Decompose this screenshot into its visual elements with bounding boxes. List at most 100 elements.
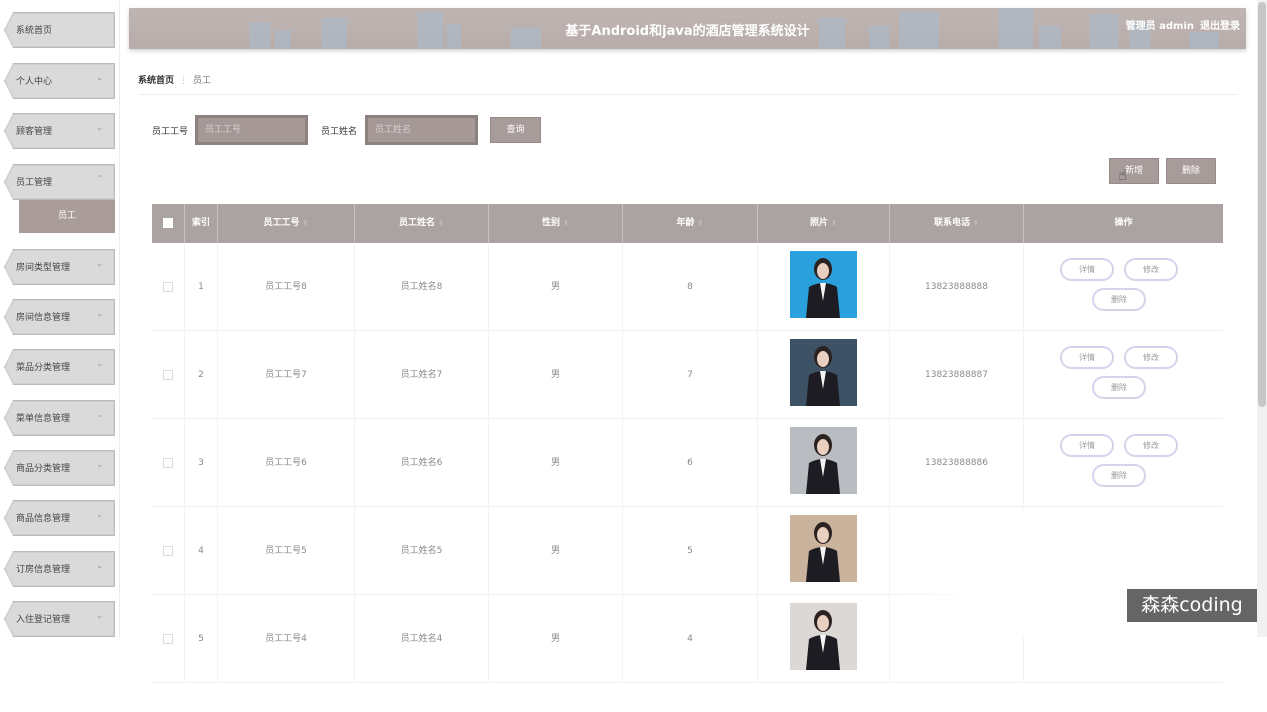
nav-item-label: 房间类型管理 bbox=[16, 263, 71, 273]
cell-actions: 详情 修改删除 bbox=[1024, 243, 1223, 331]
nav-item-staff[interactable]: 员工管理 ⌃ bbox=[4, 164, 115, 200]
add-button[interactable]: 新增 bbox=[1109, 158, 1159, 184]
nav-item-label: 商品分类管理 bbox=[16, 464, 71, 474]
row-checkbox[interactable] bbox=[163, 457, 173, 468]
nav-item-home[interactable]: 系统首页 bbox=[4, 12, 115, 48]
nav-item-customers[interactable]: 顾客管理 ⌄ bbox=[4, 113, 115, 149]
cell-gender: 男 bbox=[489, 595, 623, 683]
row-delete-button[interactable]: 删除 bbox=[1092, 464, 1146, 487]
search-id-input[interactable]: 员工工号 bbox=[195, 115, 308, 145]
cell-gender: 男 bbox=[489, 243, 623, 331]
cell-staff-name: 员工姓名4 bbox=[355, 595, 489, 683]
edit-button[interactable]: 修改 bbox=[1124, 346, 1178, 369]
breadcrumb-separator: ⋮ bbox=[179, 76, 189, 86]
row-checkbox[interactable] bbox=[163, 545, 173, 556]
nav-item-label: 菜单信息管理 bbox=[16, 414, 71, 424]
col-gender[interactable]: 性别 ⇕ bbox=[489, 204, 623, 243]
nav-item-label: 入住登记管理 bbox=[16, 615, 71, 625]
row-delete-button[interactable]: 删除 bbox=[1092, 288, 1146, 311]
select-all-checkbox[interactable] bbox=[163, 217, 173, 228]
table-row: 2 员工工号7 员工姓名7 男 7 13823888887 详情 修改 删除 bbox=[152, 331, 1223, 419]
detail-button[interactable]: 详情 bbox=[1060, 258, 1114, 281]
sort-icon[interactable]: ⇕ bbox=[438, 219, 444, 227]
chevron-down-icon: ⌄ bbox=[96, 611, 103, 620]
nav-item-menus[interactable]: 菜单信息管理 ⌄ bbox=[4, 400, 115, 436]
cell-actions: 详情 修改删除 bbox=[1024, 419, 1223, 507]
col-label: 员工姓名 bbox=[399, 218, 436, 228]
staff-photo[interactable] bbox=[790, 427, 857, 494]
chevron-down-icon: ⌄ bbox=[96, 561, 103, 570]
scrollbar[interactable] bbox=[1257, 0, 1267, 637]
nav-item-label: 商品信息管理 bbox=[16, 514, 71, 524]
col-label: 照片 bbox=[810, 218, 829, 228]
watermark: 森森coding bbox=[1127, 589, 1257, 622]
cell-photo bbox=[758, 419, 890, 507]
nav-item-personal[interactable]: 个人中心 ⌄ bbox=[4, 63, 115, 99]
chevron-down-icon: ⌄ bbox=[96, 510, 103, 519]
cell-staff-id: 员工工号5 bbox=[218, 507, 355, 595]
search-name-input[interactable]: 员工姓名 bbox=[365, 115, 478, 145]
table-header: 索引 员工工号 ⇕ 员工姓名 ⇕ 性别 ⇕ 年龄 ⇕ 照片 ⇕ 联系电话 ⇕ 操作 bbox=[152, 204, 1223, 243]
search-id-label: 员工工号 bbox=[152, 127, 189, 137]
cell-phone: 13823888888 bbox=[890, 243, 1024, 331]
chevron-up-icon: ⌃ bbox=[96, 174, 103, 183]
cell-photo bbox=[758, 595, 890, 683]
nav-item-products[interactable]: 商品信息管理 ⌄ bbox=[4, 500, 115, 536]
col-staff-name[interactable]: 员工姓名 ⇕ bbox=[355, 204, 489, 243]
divider bbox=[138, 94, 1238, 95]
edit-button[interactable]: 修改 bbox=[1124, 258, 1178, 281]
nav-item-bookings[interactable]: 订房信息管理 ⌄ bbox=[4, 551, 115, 587]
cell-index: 5 bbox=[185, 595, 218, 683]
cell-select bbox=[152, 595, 185, 683]
nav-item-label: 菜品分类管理 bbox=[16, 363, 71, 373]
row-checkbox[interactable] bbox=[163, 369, 173, 380]
breadcrumb: 系统首页 ⋮ 员工 bbox=[138, 73, 211, 86]
person-silhouette-icon bbox=[806, 258, 840, 318]
person-silhouette-icon bbox=[806, 434, 840, 494]
col-phone[interactable]: 联系电话 ⇕ bbox=[890, 204, 1024, 243]
staff-photo[interactable] bbox=[790, 339, 857, 406]
user-info: 管理员 admin 退出登录 bbox=[1126, 17, 1240, 32]
query-button[interactable]: 查询 bbox=[490, 117, 541, 143]
app-title: 基于Android和java的酒店管理系统设计 bbox=[565, 24, 810, 39]
delete-button[interactable]: 删除 bbox=[1166, 158, 1216, 184]
detail-button[interactable]: 详情 bbox=[1060, 434, 1114, 457]
staff-photo[interactable] bbox=[790, 251, 857, 318]
scrollbar-thumb[interactable] bbox=[1258, 2, 1266, 407]
sort-icon[interactable]: ⇕ bbox=[698, 219, 704, 227]
sidebar: 系统首页 个人中心 ⌄ 顾客管理 ⌄ 员工管理 ⌃ 员工 房间类型管理 ⌄ 房间… bbox=[0, 0, 120, 637]
detail-button[interactable]: 详情 bbox=[1060, 346, 1114, 369]
sort-icon[interactable]: ⇕ bbox=[831, 219, 837, 227]
cell-staff-name: 员工姓名7 bbox=[355, 331, 489, 419]
nav-subitem-staff[interactable]: 员工 bbox=[19, 200, 115, 233]
chevron-down-icon: ⌄ bbox=[96, 410, 103, 419]
cell-phone: 13823888886 bbox=[890, 419, 1024, 507]
col-label: 操作 bbox=[1114, 218, 1133, 228]
nav-item-rooms[interactable]: 房间信息管理 ⌄ bbox=[4, 299, 115, 335]
logout-link[interactable]: 退出登录 bbox=[1200, 21, 1240, 32]
col-photo[interactable]: 照片 ⇕ bbox=[758, 204, 890, 243]
staff-photo[interactable] bbox=[790, 515, 857, 582]
nav-item-label: 订房信息管理 bbox=[16, 565, 71, 575]
sort-icon[interactable]: ⇕ bbox=[973, 219, 979, 227]
row-delete-button[interactable]: 删除 bbox=[1092, 376, 1146, 399]
sort-icon[interactable]: ⇕ bbox=[303, 219, 309, 227]
row-checkbox[interactable] bbox=[163, 281, 173, 292]
nav-item-checkins[interactable]: 入住登记管理 ⌄ bbox=[4, 601, 115, 637]
nav-item-room-types[interactable]: 房间类型管理 ⌄ bbox=[4, 249, 115, 285]
breadcrumb-home[interactable]: 系统首页 bbox=[138, 76, 174, 86]
nav-item-product-categories[interactable]: 商品分类管理 ⌄ bbox=[4, 450, 115, 486]
edit-button[interactable]: 修改 bbox=[1124, 434, 1178, 457]
nav-item-dish-categories[interactable]: 菜品分类管理 ⌄ bbox=[4, 349, 115, 385]
col-age[interactable]: 年龄 ⇕ bbox=[623, 204, 758, 243]
col-index: 索引 bbox=[185, 204, 218, 243]
row-checkbox[interactable] bbox=[163, 633, 173, 644]
cell-staff-id: 员工工号6 bbox=[218, 419, 355, 507]
col-label: 性别 bbox=[542, 218, 561, 228]
sort-icon[interactable]: ⇕ bbox=[563, 219, 569, 227]
col-staff-id[interactable]: 员工工号 ⇕ bbox=[218, 204, 355, 243]
table-row: 3 员工工号6 员工姓名6 男 6 13823888886 详情 修改 删除 bbox=[152, 419, 1223, 507]
person-silhouette-icon bbox=[806, 522, 840, 582]
cell-staff-id: 员工工号4 bbox=[218, 595, 355, 683]
user-name: 管理员 admin bbox=[1125, 21, 1194, 32]
